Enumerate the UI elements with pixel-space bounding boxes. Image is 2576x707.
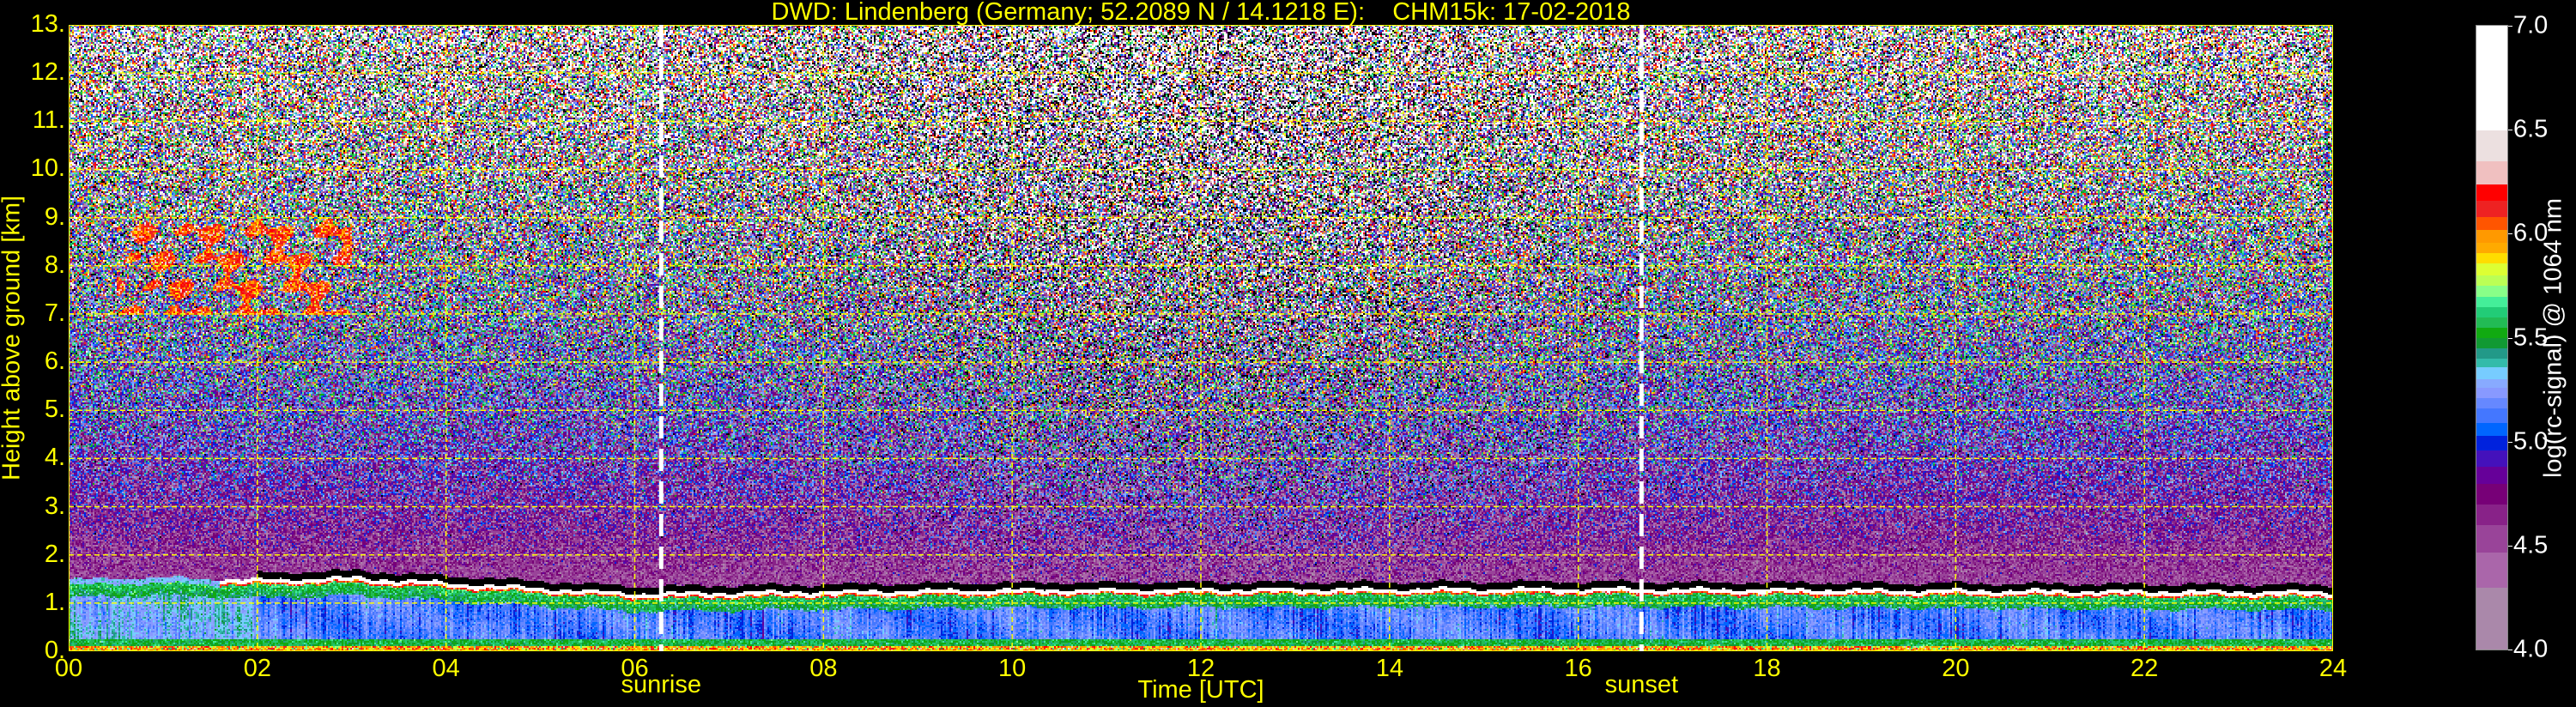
- colorbar-segment: [2476, 387, 2507, 399]
- sunrise-label: sunrise: [621, 671, 702, 698]
- colorbar-segment: [2476, 317, 2507, 328]
- colorbar-segment: [2476, 275, 2507, 287]
- colorbar-segment: [2476, 450, 2507, 468]
- colorbar-segment: [2476, 366, 2507, 380]
- colorbar-tick-label: 4.0: [2513, 635, 2549, 663]
- colorbar-tick-mark: [2508, 233, 2512, 235]
- colorbar-segment: [2476, 252, 2507, 263]
- colorbar-tick-mark: [2508, 441, 2512, 443]
- colorbar-segment: [2476, 337, 2507, 349]
- colorbar-segment: [2476, 200, 2507, 218]
- colorbar-segment: [2476, 296, 2507, 307]
- colorbar-segment: [2476, 26, 2507, 130]
- colorbar-segment: [2476, 422, 2507, 436]
- colorbar-segment: [2476, 327, 2507, 338]
- colorbar-segment: [2476, 435, 2507, 450]
- y-tick-label: 7.: [44, 299, 65, 327]
- colorbar-tick-label: 6.5: [2513, 115, 2549, 143]
- colorbar-segment: [2476, 504, 2507, 526]
- x-tick-label: 18: [1753, 655, 1781, 682]
- x-tick-label: 20: [1942, 655, 1970, 682]
- colorbar-segment: [2476, 263, 2507, 276]
- x-tick-label: 22: [2131, 655, 2159, 682]
- colorbar-segment: [2476, 184, 2507, 202]
- colorbar-segment: [2476, 306, 2507, 317]
- colorbar-segment: [2476, 397, 2507, 409]
- plot-area: [69, 25, 2333, 651]
- y-axis-label: Height above ground [km]: [0, 195, 26, 481]
- colorbar-label: log(rc-signal) @ 1064 nm: [2539, 197, 2567, 479]
- y-tick-label: 12.: [30, 57, 65, 86]
- y-tick-label: 8.: [44, 251, 65, 279]
- y-tick-label: 5.: [44, 396, 65, 424]
- y-tick-label: 4.: [44, 444, 65, 472]
- colorbar-segment: [2476, 285, 2507, 297]
- colorbar-segment: [2476, 130, 2507, 161]
- colorbar-tick-mark: [2508, 26, 2512, 27]
- plot-overlay: [69, 25, 2333, 651]
- colorbar-segment: [2476, 408, 2507, 424]
- colorbar-segment: [2476, 483, 2507, 505]
- x-tick-label: 24: [2318, 655, 2348, 682]
- x-tick-label: 02: [243, 655, 271, 682]
- colorbar-segment: [2476, 347, 2507, 360]
- y-tick-label: 3.: [44, 492, 65, 520]
- colorbar-segment: [2476, 524, 2507, 553]
- y-tick-label: 10.: [30, 154, 65, 183]
- colorbar-segment: [2476, 466, 2507, 484]
- y-tick-label: 9.: [44, 202, 65, 231]
- chart-title: DWD: Lindenberg (Germany; 52.2089 N / 14…: [771, 0, 1631, 26]
- colorbar-segment: [2476, 216, 2507, 230]
- x-tick-label: 00: [54, 655, 83, 682]
- x-tick-label: 04: [432, 655, 460, 682]
- colorbar-segment: [2476, 378, 2507, 389]
- colorbar-segment: [2476, 242, 2507, 253]
- colorbar-segment: [2476, 358, 2507, 367]
- colorbar-segment: [2476, 587, 2507, 650]
- y-tick-label: 2.: [44, 540, 65, 568]
- colorbar-segment: [2476, 552, 2507, 588]
- colorbar-segment: [2476, 229, 2507, 243]
- colorbar-tick-mark: [2508, 545, 2512, 547]
- x-tick-label: 12: [1186, 655, 1215, 682]
- colorbar-tick-label: 7.0: [2513, 11, 2549, 39]
- colorbar: [2476, 25, 2508, 650]
- x-tick-label: 16: [1564, 655, 1592, 682]
- y-tick-label: 6.: [44, 347, 65, 375]
- colorbar-tick-mark: [2508, 337, 2512, 339]
- colorbar-tick-label: 4.5: [2513, 531, 2549, 559]
- y-tick-label: 1.: [44, 588, 65, 616]
- sunset-label: sunset: [1604, 671, 1679, 698]
- x-tick-label: 10: [998, 655, 1027, 682]
- y-tick-label: 13.: [30, 9, 65, 38]
- x-tick-label: 14: [1375, 655, 1403, 682]
- x-tick-label: 08: [809, 655, 838, 682]
- colorbar-segment: [2476, 160, 2507, 184]
- y-tick-label: 11.: [32, 106, 65, 135]
